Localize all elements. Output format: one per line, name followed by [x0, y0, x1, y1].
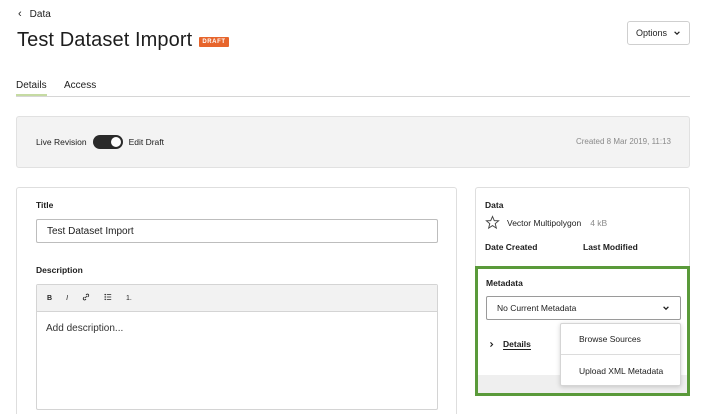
- bold-button[interactable]: B: [47, 295, 52, 302]
- title-input[interactable]: Test Dataset Import: [36, 219, 438, 243]
- data-info-panel: Data Vector Multipolygon 4 kB Date Creat…: [475, 187, 690, 267]
- revision-toggle[interactable]: [92, 135, 123, 149]
- created-timestamp: Created 8 Mar 2019, 11:13: [575, 137, 671, 146]
- tab-bar: Details Access: [16, 80, 690, 97]
- details-expander[interactable]: Details: [488, 339, 531, 350]
- revision-toggle-group: Live Revision Edit Draft: [36, 135, 164, 149]
- description-label: Description: [36, 265, 83, 275]
- description-textarea[interactable]: Add description...: [37, 312, 437, 345]
- numbered-list-button[interactable]: 1.: [126, 295, 132, 302]
- date-created-label: Date Created: [485, 242, 538, 252]
- details-expander-label: Details: [503, 339, 531, 350]
- options-button-label: Options: [635, 28, 668, 38]
- options-button[interactable]: Options: [627, 21, 690, 45]
- revision-panel: Live Revision Edit Draft Created 8 Mar 2…: [16, 116, 690, 168]
- data-type-row: Vector Multipolygon 4 kB: [485, 215, 607, 230]
- description-editor: B I 1. Add description...: [36, 284, 438, 410]
- toggle-knob: [110, 137, 121, 147]
- bullet-list-icon[interactable]: [104, 293, 112, 303]
- data-size: 4 kB: [590, 217, 608, 228]
- chevron-left-icon: ‹: [18, 8, 22, 20]
- status-badge: DRAFT: [199, 37, 229, 47]
- editor-toolbar: B I 1.: [37, 285, 437, 312]
- metadata-label: Metadata: [486, 278, 523, 288]
- data-type: Vector Multipolygon: [507, 217, 582, 228]
- data-label: Data: [485, 200, 504, 210]
- browse-sources-option[interactable]: Browse Sources: [561, 324, 680, 355]
- back-link-label: Data: [29, 9, 51, 20]
- chevron-down-icon: [663, 306, 669, 311]
- upload-xml-option[interactable]: Upload XML Metadata: [561, 355, 680, 386]
- italic-button[interactable]: I: [66, 295, 68, 302]
- tab-details[interactable]: Details: [16, 80, 47, 96]
- link-icon[interactable]: [82, 293, 90, 303]
- metadata-select[interactable]: No Current Metadata: [486, 296, 681, 320]
- chevron-down-icon: [674, 31, 680, 36]
- last-modified-label: Last Modified: [583, 242, 638, 252]
- tab-access[interactable]: Access: [64, 80, 96, 96]
- star-polygon-icon: [485, 215, 500, 230]
- live-revision-label: Live Revision: [36, 137, 87, 147]
- metadata-dropdown-menu: Browse Sources Upload XML Metadata: [560, 323, 681, 386]
- details-form-panel: Title Test Dataset Import Description B …: [16, 187, 457, 414]
- chevron-right-icon: [490, 342, 494, 347]
- title-label: Title: [36, 200, 54, 210]
- page-title: Test Dataset Import: [17, 29, 193, 51]
- back-link[interactable]: ‹ Data: [18, 8, 51, 21]
- edit-draft-label: Edit Draft: [128, 137, 164, 147]
- page-header: Test Dataset Import DRAFT: [17, 29, 229, 52]
- metadata-select-value: No Current Metadata: [497, 303, 577, 313]
